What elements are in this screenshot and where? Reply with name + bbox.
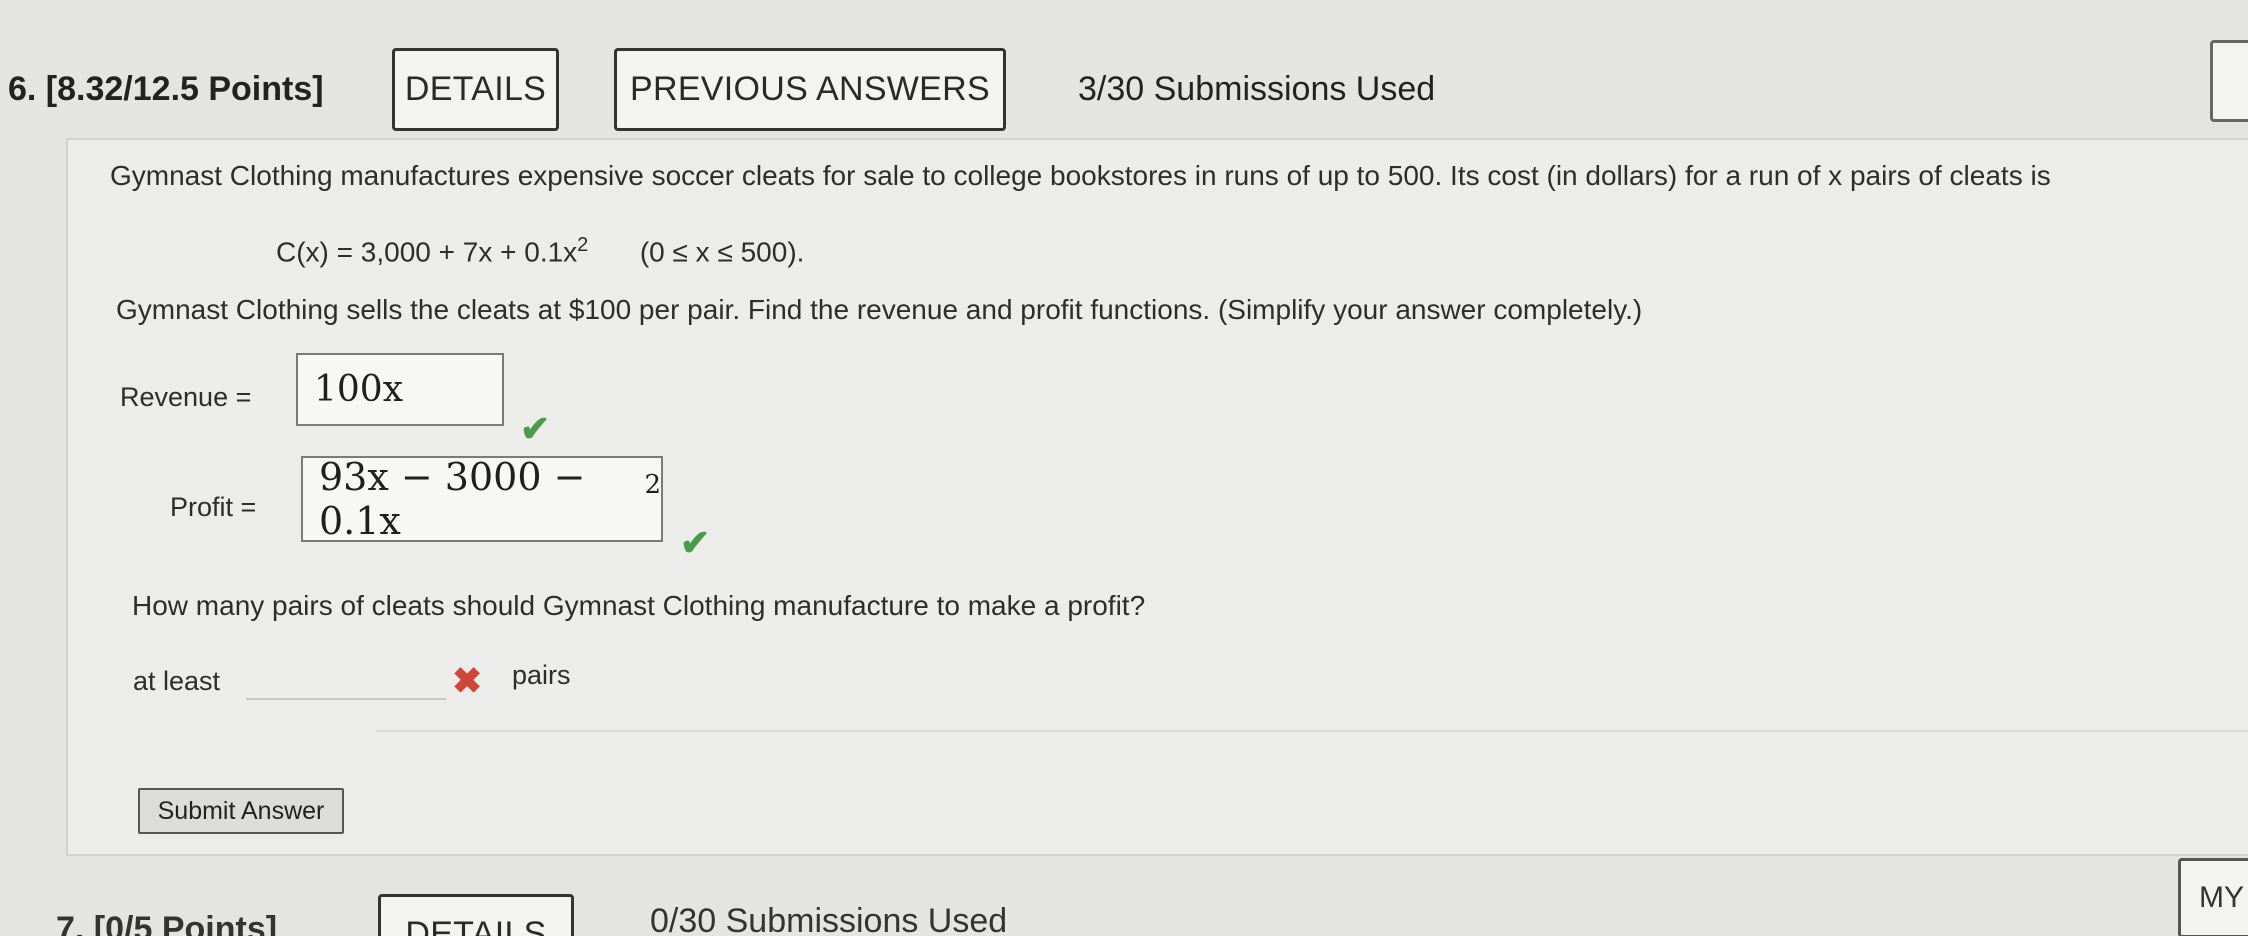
pairs-label: pairs — [512, 660, 571, 690]
cost-function-domain: (0 ≤ x ≤ 500). — [639, 236, 805, 268]
next-submissions-used: 0/30 Submissions Used — [650, 902, 1008, 936]
revenue-answer-field[interactable]: 100x — [296, 353, 504, 426]
profit-answer-field[interactable]: 93x − 3000 − 0.1x 2 — [301, 455, 663, 543]
revenue-answer-value: 100x — [314, 369, 404, 410]
profit-question: How many pairs of cleats should Gymnast … — [132, 590, 1146, 621]
cost-function-expression: C(x) = 3,000 + 7x + 0.1x — [276, 236, 578, 268]
cost-function-exponent: 2 — [577, 234, 589, 256]
my-notes-button[interactable]: MY — [2178, 858, 2248, 936]
revenue-correct-check-icon: ✔ — [520, 408, 551, 449]
profit-answer-value: 93x − 3000 − 0.1x — [319, 455, 586, 543]
profit-label: Profit = — [170, 492, 257, 522]
next-question-title: 7. [0/5 Points] — [56, 910, 278, 936]
top-right-button[interactable] — [2210, 40, 2248, 122]
profit-correct-check-icon: ✔ — [680, 522, 711, 563]
question-stem: Gymnast Clothing manufactures expensive … — [110, 160, 2051, 191]
question-title: 6. [8.32/12.5 Points] — [8, 70, 324, 108]
next-details-button[interactable]: DETAILS — [378, 894, 574, 936]
submissions-used: 3/30 Submissions Used — [1078, 70, 1436, 108]
at-least-label: at least — [133, 666, 221, 696]
submit-answer-button[interactable]: Submit Answer — [138, 788, 344, 834]
incorrect-x-icon: ✖ — [452, 660, 483, 701]
details-button[interactable]: DETAILS — [392, 48, 559, 131]
sells-instructions: Gymnast Clothing sells the cleats at $10… — [116, 294, 1643, 325]
cost-function: C(x) = 3,000 + 7x + 0.1x2 (0 ≤ x ≤ 500). — [276, 234, 804, 268]
at-least-input[interactable] — [246, 655, 446, 700]
previous-answers-button[interactable]: PREVIOUS ANSWERS — [614, 48, 1006, 131]
revenue-label: Revenue = — [120, 382, 252, 412]
profit-answer-exponent: 2 — [644, 470, 661, 500]
divider — [376, 730, 2248, 732]
